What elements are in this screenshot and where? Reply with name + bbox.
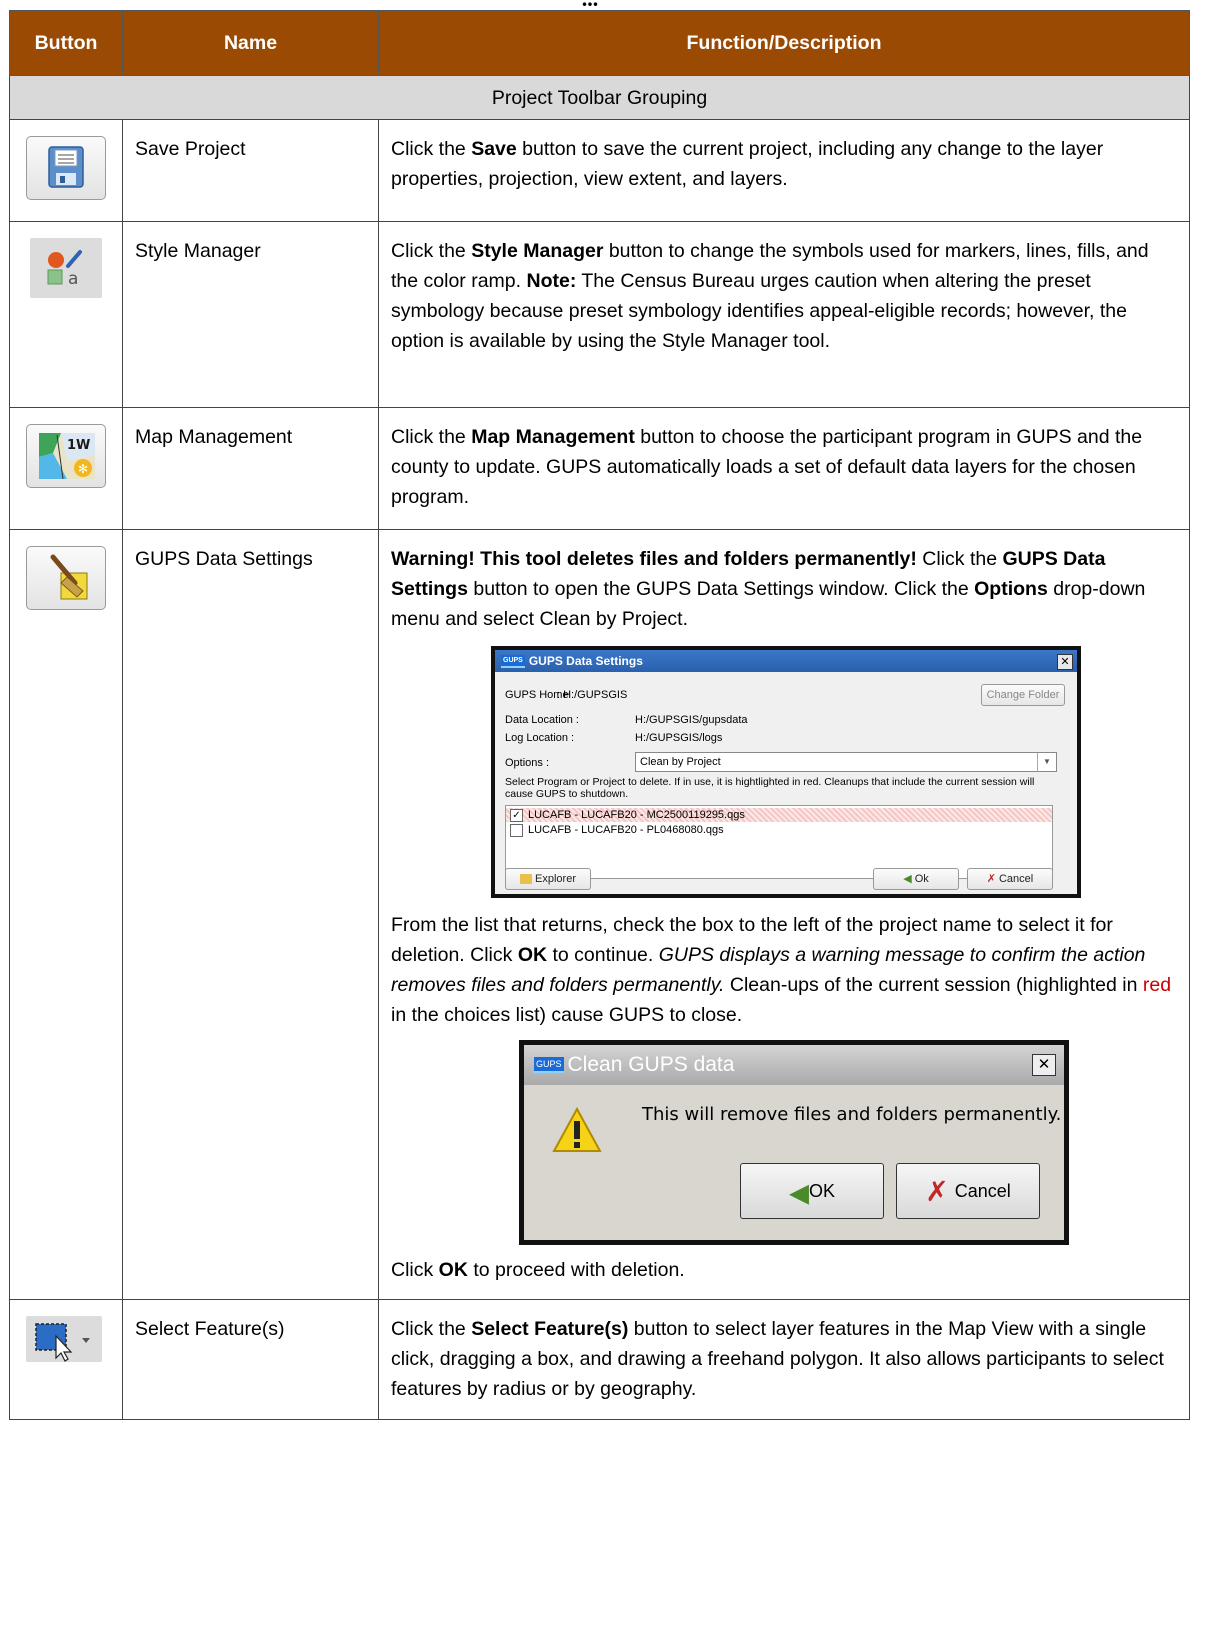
- header-name: Name: [122, 10, 379, 76]
- arrow-ok-icon: ◀: [903, 873, 912, 885]
- instructions-text: Select Program or Project to delete. If …: [505, 776, 1035, 800]
- description-paragraph: From the list that returns, check the bo…: [391, 914, 1172, 1026]
- confirm-title: Clean GUPS data: [567, 1053, 735, 1076]
- row-description: Warning! This tool deletes files and fol…: [378, 529, 1190, 1300]
- table-row: GUPS Data Settings Warning! This tool de…: [9, 529, 1190, 1300]
- table-header-row: Button Name Function/Description: [9, 10, 1190, 76]
- table-row: Save Project Click the Save button to sa…: [9, 119, 1190, 222]
- data-location-label: Data Location :: [505, 714, 579, 726]
- list-item[interactable]: ✓ LUCAFB - LUCAFB20 - MC2500119295.qgs: [506, 808, 1052, 822]
- log-location-label: Log Location :: [505, 732, 575, 744]
- row-description: Click the Save button to save the curren…: [378, 119, 1190, 222]
- cancel-button[interactable]: ✗ Cancel: [967, 868, 1053, 890]
- description-paragraph: Click OK to proceed with deletion.: [391, 1259, 685, 1281]
- change-folder-button[interactable]: Change Folder: [981, 684, 1065, 706]
- data-location-value: H:/GUPSGIS/gupsdata: [635, 714, 748, 726]
- warning-icon: [552, 1107, 602, 1152]
- settings-title: GUPS Data Settings: [528, 654, 643, 668]
- folder-icon: [520, 874, 533, 885]
- svg-text:✻: ✻: [78, 462, 88, 476]
- log-location-value: H:/GUPSGIS/logs: [635, 732, 723, 744]
- description-paragraph: Warning! This tool deletes files and fol…: [391, 548, 1146, 630]
- explorer-button[interactable]: Explorer: [505, 868, 591, 890]
- select-features-icon: [26, 1316, 102, 1362]
- home-value: : H:/GUPSGIS: [557, 689, 628, 701]
- close-icon[interactable]: ✕: [1057, 654, 1073, 670]
- table-row: a Style Manager Click the Style Manager …: [9, 221, 1190, 408]
- row-description: Click the Select Feature(s) button to se…: [378, 1299, 1190, 1420]
- row-description: Click the Map Management button to choos…: [378, 407, 1190, 530]
- style-manager-icon: a: [30, 238, 102, 298]
- svg-text:1W: 1W: [67, 438, 90, 453]
- row-name: Select Feature(s): [122, 1299, 379, 1420]
- options-selected-value: Clean by Project: [640, 756, 721, 768]
- gups-logo-icon: GUPS: [534, 1057, 564, 1074]
- toolbar-buttons-table: Button Name Function/Description Project…: [9, 10, 1190, 1420]
- gups-data-settings-screenshot: GUPS GUPS Data Settings ✕ GUPS Home : H:/…: [491, 646, 1081, 898]
- chevron-down-icon: ▼: [1037, 753, 1056, 771]
- confirm-message: This will remove files and folders perma…: [642, 1104, 1062, 1125]
- confirm-cancel-button[interactable]: ✗ Cancel: [896, 1163, 1040, 1219]
- gups-data-settings-icon: [26, 546, 106, 610]
- settings-titlebar: GUPS GUPS Data Settings ✕: [495, 650, 1077, 672]
- settings-window: GUPS GUPS Data Settings ✕ GUPS Home : H:/…: [495, 650, 1077, 894]
- confirm-window: GUPS Clean GUPS data ✕ This will remove f…: [524, 1045, 1064, 1240]
- confirm-ok-button[interactable]: ◀OK: [740, 1163, 884, 1219]
- options-label: Options :: [505, 757, 550, 769]
- checkbox-unchecked[interactable]: [510, 824, 523, 837]
- header-button: Button: [9, 10, 123, 76]
- row-name: Style Manager: [122, 221, 379, 408]
- table-row: Select Feature(s) Click the Select Featu…: [9, 1299, 1190, 1420]
- table-row: 1W ✻ Map Management Click the Map Manage…: [9, 407, 1190, 530]
- group-label: Project Toolbar Grouping: [9, 75, 1190, 120]
- checkbox-checked[interactable]: ✓: [510, 809, 523, 822]
- arrow-ok-icon: ◀: [788, 1177, 809, 1208]
- gups-logo-icon: GUPS: [501, 655, 525, 669]
- row-name: GUPS Data Settings: [122, 529, 379, 1300]
- row-name: Save Project: [122, 119, 379, 222]
- close-icon[interactable]: ✕: [1032, 1054, 1056, 1076]
- save-project-icon: [26, 136, 106, 200]
- row-description: Click the Style Manager button to change…: [378, 221, 1190, 408]
- header-function: Function/Description: [378, 10, 1190, 76]
- map-management-icon: 1W ✻: [26, 424, 106, 488]
- svg-text:a: a: [68, 269, 78, 289]
- x-cancel-icon: ✗: [986, 873, 996, 885]
- clean-gups-data-screenshot: GUPS Clean GUPS data ✕ This will remove f…: [519, 1040, 1069, 1245]
- group-row: Project Toolbar Grouping: [9, 75, 1190, 120]
- x-cancel-icon: ✗: [925, 1176, 949, 1208]
- options-select[interactable]: Clean by Project ▼: [635, 752, 1057, 772]
- row-name: Map Management: [122, 407, 379, 530]
- list-item[interactable]: LUCAFB - LUCAFB20 - PL0468080.qgs: [506, 823, 1052, 837]
- ok-button[interactable]: ◀ Ok: [873, 868, 959, 890]
- confirm-titlebar: GUPS Clean GUPS data ✕: [524, 1045, 1064, 1085]
